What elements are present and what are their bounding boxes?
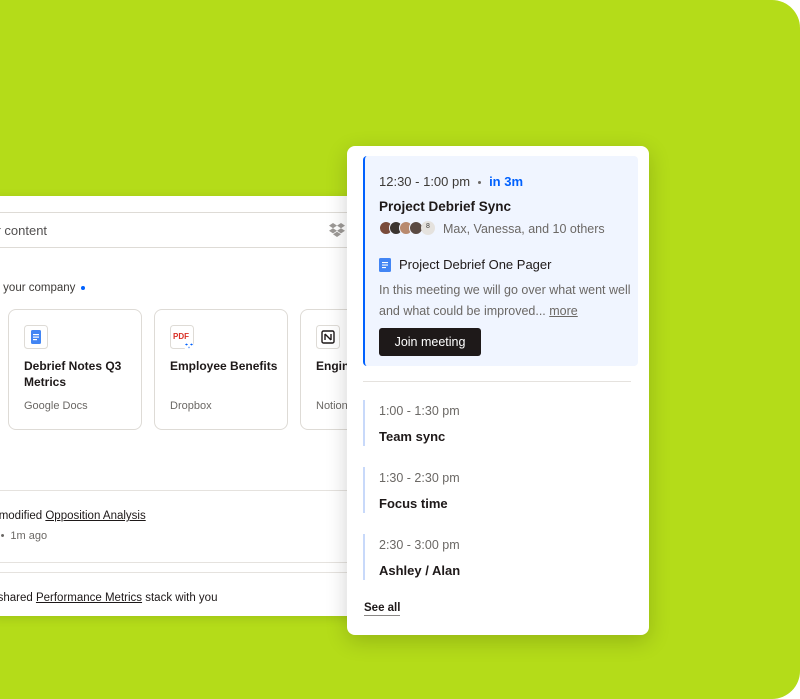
card-title: Debrief Notes Q3 Metrics [24, 359, 122, 389]
search-bar[interactable]: our content [0, 212, 356, 248]
card-title: Employee Benefits [170, 359, 278, 373]
event-time: 12:30 - 1:00 pm in 3m [379, 174, 524, 189]
google-docs-icon [379, 258, 391, 272]
activity-item: ck modified Opposition Analysis [0, 510, 146, 522]
join-meeting-button[interactable]: Join meeting [379, 328, 481, 356]
activity-link-performance-metrics[interactable]: Performance Metrics [36, 592, 142, 604]
svg-text:PDF: PDF [173, 332, 189, 341]
background: our content om your company Debrief Note… [0, 0, 800, 699]
section-dot [81, 285, 86, 290]
calendar-event[interactable]: 1:30 - 2:30 pm Focus time [363, 467, 631, 513]
divider [0, 562, 360, 563]
pdf-icon: PDF [170, 325, 194, 351]
content-card-debrief-notes[interactable]: Debrief Notes Q3 Metrics Google Docs [8, 309, 142, 430]
dropbox-icon [329, 223, 345, 237]
meeting-doc-title[interactable]: Project Debrief One Pager [399, 257, 551, 272]
event-title: Project Debrief Sync [379, 199, 512, 214]
calendar-panel: 12:30 - 1:00 pm in 3m Project Debrief Syn… [347, 146, 649, 635]
google-docs-icon [24, 325, 48, 349]
content-card-employee-benefits[interactable]: PDF Employee Benefits Dropbox [154, 309, 288, 430]
card-source: Notion [316, 400, 348, 412]
event-title: Ashley / Alan [379, 563, 461, 578]
active-event[interactable]: 12:30 - 1:00 pm in 3m Project Debrief Syn… [363, 156, 638, 366]
event-title: Focus time [379, 496, 448, 511]
event-countdown: in 3m [489, 174, 524, 189]
avatar-count: 8 [421, 221, 435, 235]
divider [0, 572, 360, 573]
calendar-event[interactable]: 1:00 - 1:30 pm Team sync [363, 400, 631, 446]
more-link[interactable]: more [549, 304, 577, 318]
divider [363, 381, 631, 382]
attendees-list: Max, Vanessa, and 10 others [443, 222, 605, 236]
activity-link-opposition-analysis[interactable]: Opposition Analysis [45, 510, 145, 522]
event-title: Team sync [379, 429, 446, 444]
search-placeholder: our content [0, 223, 48, 238]
notion-icon [316, 325, 340, 349]
attendee-avatars: 8 [379, 221, 435, 237]
divider [0, 490, 360, 491]
calendar-event[interactable]: 2:30 - 3:00 pm Ashley / Alan [363, 534, 631, 580]
event-description: In this meeting we will go over what wen… [379, 283, 631, 318]
event-time: 1:30 - 2:30 pm [379, 471, 460, 485]
event-time: 1:00 - 1:30 pm [379, 404, 460, 418]
activity-meta: ts•1m ago [0, 530, 48, 542]
activity-item: n shared Performance Metrics stack with … [0, 592, 218, 604]
section-label: om your company [0, 282, 86, 294]
card-source: Google Docs [24, 400, 88, 412]
card-source: Dropbox [170, 400, 212, 412]
event-time: 2:30 - 3:00 pm [379, 538, 460, 552]
see-all-link[interactable]: See all [364, 602, 401, 616]
content-panel: our content om your company Debrief Note… [0, 196, 360, 616]
